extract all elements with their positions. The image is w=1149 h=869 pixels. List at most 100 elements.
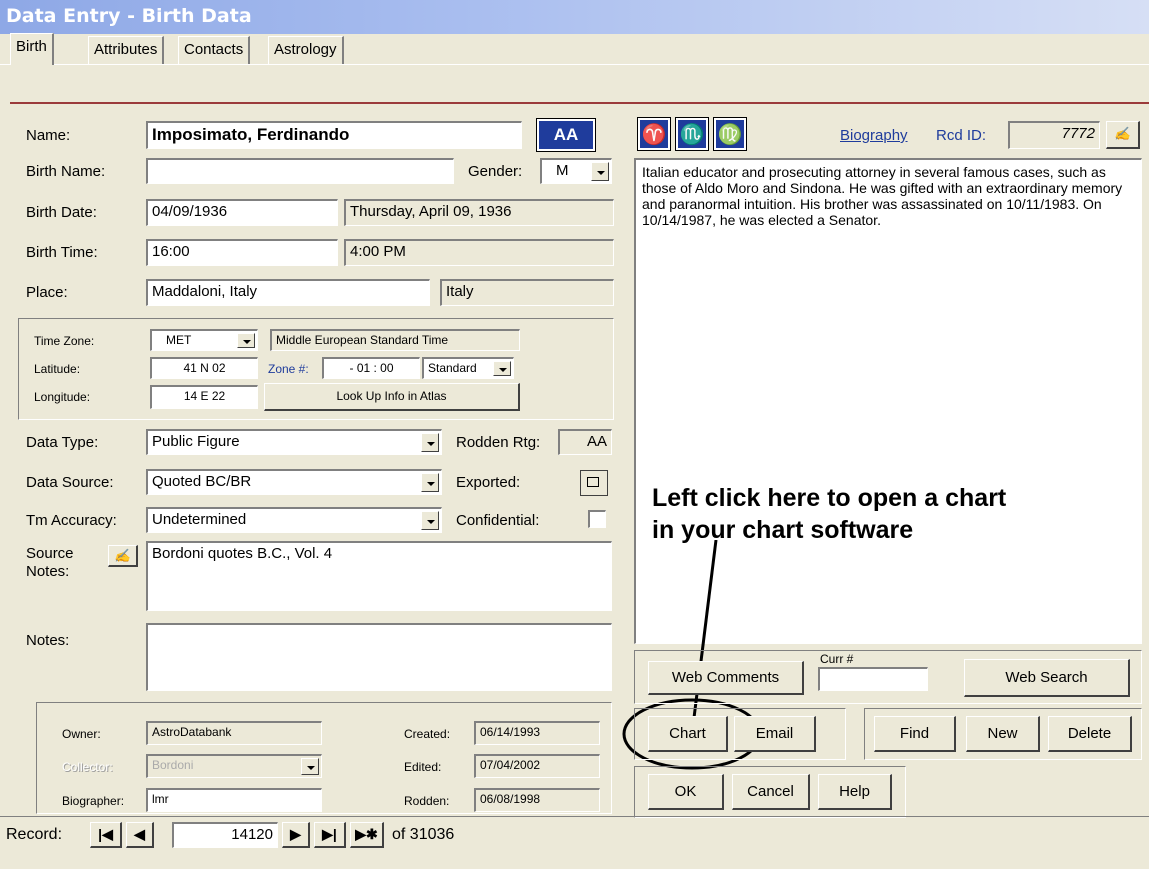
source-notes-label: Source Notes:: [26, 545, 74, 581]
find-button[interactable]: Find: [874, 716, 956, 752]
last-record-button[interactable]: ▶|: [314, 822, 346, 848]
annotation-text: Left click here to open a chart in your …: [652, 482, 1006, 546]
lookup-atlas-button[interactable]: Look Up Info in Atlas: [264, 383, 520, 411]
data-type-select[interactable]: Public Figure: [146, 429, 442, 455]
timezone-select[interactable]: MET: [150, 329, 258, 351]
zone-type-select[interactable]: Standard: [422, 357, 514, 379]
window-title: Data Entry - Birth Data: [0, 0, 1149, 34]
record-label: Record:: [6, 826, 63, 843]
data-source-value: Quoted BC/BR: [152, 473, 252, 490]
birth-date-field[interactable]: 04/09/1936: [146, 199, 338, 226]
email-button[interactable]: Email: [734, 716, 816, 752]
place-country: Italy: [440, 279, 614, 306]
signature-icon[interactable]: ✍: [108, 545, 138, 567]
collector-value: Bordoni: [152, 758, 194, 772]
rodden-rating-label: Rodden Rtg:: [456, 434, 541, 451]
chevron-down-icon[interactable]: [421, 433, 439, 452]
new-record-button[interactable]: ▶✱: [350, 822, 384, 848]
zone-number-label: Zone #:: [268, 362, 309, 376]
chart-button[interactable]: Chart: [648, 716, 728, 752]
web-comments-button[interactable]: Web Comments: [648, 661, 804, 695]
birth-time-field[interactable]: 16:00: [146, 239, 338, 266]
rcd-id-value: 7772: [1008, 121, 1100, 149]
data-source-label: Data Source:: [26, 474, 114, 491]
exported-label: Exported:: [456, 474, 521, 491]
record-number-field[interactable]: 14120: [172, 822, 278, 848]
web-search-button[interactable]: Web Search: [964, 659, 1130, 697]
longitude-field[interactable]: 14 E 22: [150, 385, 258, 409]
source-notes-field[interactable]: Bordoni quotes B.C., Vol. 4: [146, 541, 612, 611]
place-field[interactable]: Maddaloni, Italy: [146, 279, 430, 306]
birth-name-field[interactable]: [146, 158, 454, 184]
created-label: Created:: [404, 727, 451, 741]
tm-accuracy-select[interactable]: Undetermined: [146, 507, 442, 533]
tab-contacts[interactable]: Contacts: [178, 36, 251, 64]
zone-number-field[interactable]: - 01 : 00: [322, 357, 420, 379]
birth-date-label: Birth Date:: [26, 204, 97, 221]
tm-accuracy-value: Undetermined: [152, 511, 247, 528]
latitude-field[interactable]: 41 N 02: [150, 357, 258, 379]
notes-field[interactable]: [146, 623, 612, 691]
collector-label: Collector:: [62, 760, 113, 774]
data-type-label: Data Type:: [26, 434, 99, 451]
exported-checkbox[interactable]: [580, 470, 608, 496]
data-source-select[interactable]: Quoted BC/BR: [146, 469, 442, 495]
owner-label: Owner:: [62, 727, 101, 741]
prev-record-button[interactable]: ◀: [126, 822, 154, 848]
name-label: Name:: [26, 127, 71, 144]
biographer-field[interactable]: lmr: [146, 788, 322, 812]
chevron-down-icon[interactable]: [421, 473, 439, 492]
scorpio-icon[interactable]: ♏: [675, 117, 709, 151]
name-field[interactable]: Imposimato, Ferdinando: [146, 121, 522, 149]
birth-time-label: Birth Time:: [26, 244, 98, 261]
signature-icon[interactable]: ✍: [1106, 121, 1140, 149]
cancel-button[interactable]: Cancel: [732, 774, 810, 810]
tab-strip-divider: [0, 64, 1149, 65]
birth-time-display: 4:00 PM: [344, 239, 614, 266]
tab-birth[interactable]: Birth: [10, 33, 54, 65]
pointer-line: [690, 540, 718, 735]
first-record-button[interactable]: |◀: [90, 822, 122, 848]
tab-astrology[interactable]: Astrology: [268, 36, 344, 64]
zone-type-value: Standard: [428, 361, 477, 375]
aries-icon[interactable]: ♈: [637, 117, 671, 151]
chevron-down-icon[interactable]: [493, 361, 511, 376]
timezone-label: Time Zone:: [34, 334, 95, 348]
new-button[interactable]: New: [966, 716, 1040, 752]
chevron-down-icon[interactable]: [421, 511, 439, 530]
tm-accuracy-label: Tm Accuracy:: [26, 512, 117, 529]
notes-label: Notes:: [26, 632, 70, 649]
chevron-down-icon[interactable]: [591, 162, 609, 181]
edited-value: 07/04/2002: [474, 754, 600, 778]
annotation-line1: Left click here to open a chart: [652, 484, 1007, 512]
virgo-icon[interactable]: ♍: [713, 117, 747, 151]
curr-number-field[interactable]: [818, 667, 928, 691]
confidential-label: Confidential:: [456, 512, 540, 529]
confidential-checkbox[interactable]: [588, 510, 606, 528]
birth-name-label: Birth Name:: [26, 163, 106, 180]
timezone-description: Middle European Standard Time: [270, 329, 520, 351]
latitude-label: Latitude:: [34, 362, 81, 376]
gender-value: M: [556, 162, 569, 179]
curr-number-label: Curr #: [820, 652, 854, 666]
chevron-down-icon[interactable]: [237, 333, 255, 348]
delete-button[interactable]: Delete: [1048, 716, 1132, 752]
biography-link[interactable]: Biography: [840, 127, 908, 144]
tab-attributes[interactable]: Attributes: [88, 36, 165, 64]
collector-select: Bordoni: [146, 754, 322, 778]
aa-rating-badge[interactable]: AA: [536, 118, 596, 152]
rcd-id-label: Rcd ID:: [936, 127, 987, 144]
source-notes-label-line1: Source: [26, 545, 74, 562]
edited-label: Edited:: [404, 760, 442, 774]
created-value: 06/14/1993: [474, 721, 600, 745]
ok-button[interactable]: OK: [648, 774, 724, 810]
gender-select[interactable]: M: [540, 158, 612, 184]
owner-value: AstroDatabank: [146, 721, 322, 745]
next-record-button[interactable]: ▶: [282, 822, 310, 848]
rodden-date-label: Rodden:: [404, 794, 450, 808]
rodden-rating-value: AA: [558, 429, 612, 455]
record-total: of 31036: [392, 826, 455, 843]
help-button[interactable]: Help: [818, 774, 892, 810]
longitude-label: Longitude:: [34, 390, 91, 404]
biographer-label: Biographer:: [62, 794, 125, 808]
